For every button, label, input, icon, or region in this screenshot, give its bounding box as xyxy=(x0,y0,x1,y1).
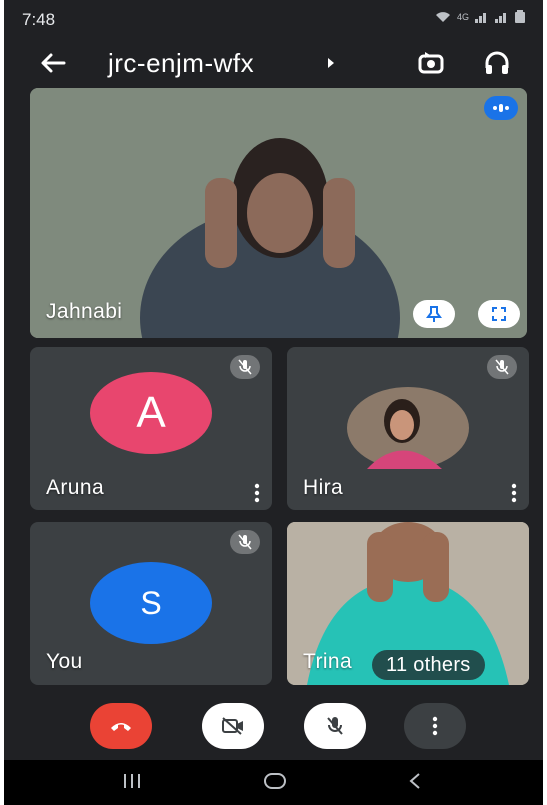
app-bar: jrc-enjm-wfx xyxy=(4,40,543,86)
signal-icon xyxy=(475,12,486,23)
avatar: S xyxy=(90,562,212,644)
end-call-button[interactable] xyxy=(90,703,152,749)
mic-off-icon xyxy=(238,359,252,375)
others-chip[interactable]: 11 others xyxy=(372,650,485,680)
camera-off-icon xyxy=(222,717,243,735)
network-type-label: 4G xyxy=(456,11,469,22)
fullscreen-button[interactable] xyxy=(478,300,520,328)
participant-tile-you[interactable]: S You xyxy=(30,522,272,685)
mic-off-icon xyxy=(238,534,252,550)
back-icon[interactable] xyxy=(408,772,422,790)
more-vert-icon[interactable] xyxy=(252,482,262,504)
switch-camera-icon[interactable] xyxy=(416,48,446,78)
mic-toggle-button[interactable] xyxy=(304,703,366,749)
muted-badge xyxy=(230,530,260,554)
muted-badge xyxy=(487,355,517,379)
back-arrow-icon[interactable] xyxy=(36,46,70,80)
recents-icon[interactable] xyxy=(122,772,142,790)
speaking-indicator xyxy=(484,96,518,120)
profile-photo xyxy=(347,387,469,469)
meeting-code[interactable]: jrc-enjm-wfx xyxy=(108,48,254,79)
participant-name: Hira xyxy=(303,476,344,499)
wifi-icon xyxy=(435,11,450,22)
caret-right-icon[interactable] xyxy=(326,57,336,69)
meet-screen: 7:48 4G jrc-enjm-wfx Jahnabi A Aruna Hir… xyxy=(4,0,543,805)
participant-name: You xyxy=(46,650,83,673)
participant-tile-hira[interactable]: Hira xyxy=(287,347,529,510)
participant-tile-main[interactable]: Jahnabi xyxy=(30,88,527,338)
more-vert-icon[interactable] xyxy=(509,482,519,504)
fullscreen-icon xyxy=(492,307,506,321)
avatar: A xyxy=(90,372,212,454)
avatar-letter: S xyxy=(140,584,162,621)
muted-badge xyxy=(230,355,260,379)
avatar-letter: A xyxy=(136,388,166,437)
system-icons: 4G xyxy=(435,10,525,23)
participant-tile-aruna[interactable]: A Aruna xyxy=(30,347,272,510)
system-nav-bar xyxy=(4,760,543,805)
more-vert-icon xyxy=(432,716,438,736)
signal-icon-2 xyxy=(495,12,506,23)
pin-button[interactable] xyxy=(413,300,455,328)
status-bar: 7:48 4G xyxy=(4,0,543,40)
status-time: 7:48 xyxy=(22,10,56,29)
mic-off-icon xyxy=(495,359,509,375)
home-icon[interactable] xyxy=(263,772,287,790)
participant-name: Trina xyxy=(303,650,353,673)
mic-off-icon xyxy=(327,717,343,735)
call-controls xyxy=(4,703,543,753)
camera-toggle-button[interactable] xyxy=(202,703,264,749)
more-options-button[interactable] xyxy=(404,703,466,749)
participant-name: Aruna xyxy=(46,476,105,499)
headphones-icon[interactable] xyxy=(482,48,512,78)
pin-icon xyxy=(426,306,442,322)
end-call-icon xyxy=(111,723,131,731)
audio-wave-icon xyxy=(493,104,509,112)
participant-name: Jahnabi xyxy=(46,300,123,323)
battery-icon xyxy=(515,10,525,23)
